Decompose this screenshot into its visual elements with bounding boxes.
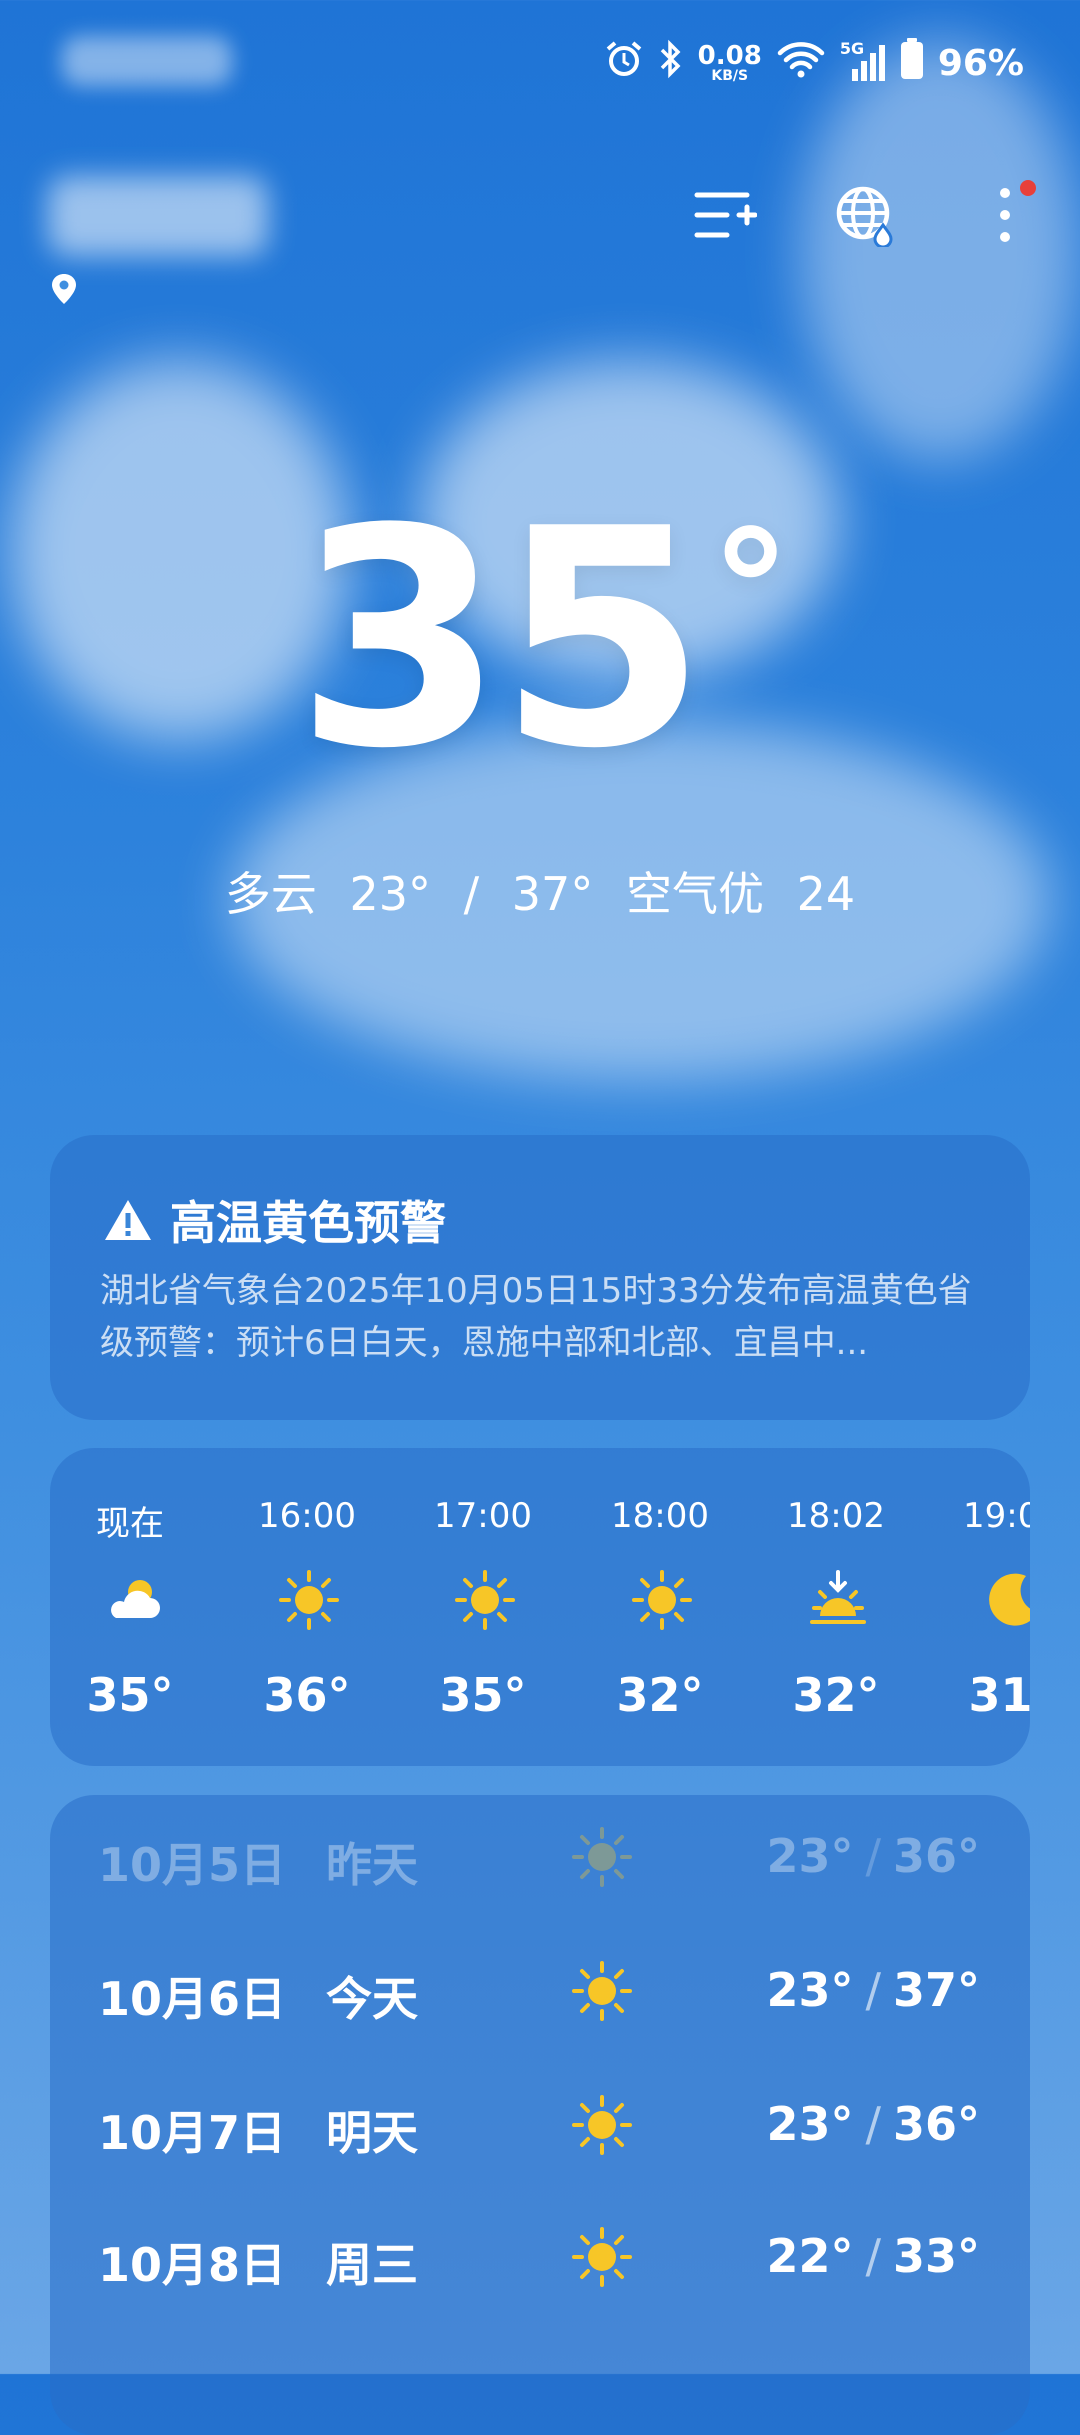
day-label: 昨天 — [326, 1838, 418, 1892]
day-label: 周三 — [326, 2238, 418, 2292]
day-date: 10月8日 — [98, 2238, 287, 2292]
warning-icon — [105, 1200, 151, 1240]
bluetooth-icon — [658, 39, 684, 88]
temp-range: 23° / 37° — [349, 867, 594, 921]
hour-temp: 32° — [792, 1668, 880, 1722]
alert-body: 湖北省气象台2025年10月05日15时33分发布高温黄色省级预警：预计6日白天… — [100, 1271, 972, 1363]
moon-icon — [989, 1573, 1030, 1626]
daily-forecast-card[interactable]: 10月5日 昨天 23°/36° 10月6日 今天 23°/37° 10月7日 … — [50, 1795, 1030, 2435]
day-label: 今天 — [326, 1972, 418, 2026]
hour-temp: 35° — [439, 1668, 527, 1722]
day-temp-range: 23°/36° — [766, 1829, 980, 1883]
day-date: 10月7日 — [98, 2106, 287, 2160]
list-add-icon — [694, 192, 757, 238]
alert-title: 高温黄色预警 — [170, 1196, 446, 1250]
status-bar: 0.08 KB/S 5G 96% — [0, 0, 1080, 120]
hour-temp: 35° — [86, 1668, 174, 1722]
status-icons: 0.08 KB/S 5G 96% — [604, 37, 1024, 89]
hour-time: 18:02 — [787, 1496, 885, 1536]
condition-text: 多云 — [224, 867, 317, 921]
air-quality[interactable]: 空气优 24 — [626, 867, 855, 921]
notification-dot — [1020, 180, 1036, 196]
sun-icon — [572, 1827, 632, 1887]
alarm-icon — [604, 39, 644, 88]
hour-time: 16:00 — [258, 1496, 356, 1536]
daily-row[interactable]: 10月7日 明天 23°/36° — [50, 2063, 1030, 2183]
sun-icon — [279, 1570, 339, 1630]
network-type: 5G — [839, 39, 865, 58]
globe-icon — [836, 186, 893, 247]
sun-icon — [632, 1570, 692, 1630]
city-name-blurred[interactable] — [48, 176, 268, 256]
day-high: 36° — [892, 2097, 980, 2151]
alert-title-row: 高温黄色预警 — [102, 1187, 446, 1253]
battery-icon — [900, 37, 924, 89]
daily-row[interactable]: 10月6日 今天 23°/37° — [50, 1929, 1030, 2049]
sun-icon — [455, 1570, 515, 1630]
day-high: 33° — [892, 2229, 980, 2283]
battery-percent: 96% — [937, 42, 1024, 84]
global-weather-button[interactable] — [830, 180, 900, 250]
manage-cities-button[interactable] — [690, 180, 760, 250]
day-temp-range: 23°/36° — [766, 2097, 980, 2151]
day-date: 10月6日 — [98, 1972, 287, 2026]
network-speed: 0.08 KB/S — [698, 43, 762, 83]
sun-icon — [572, 2227, 632, 2287]
speed-unit: KB/S — [711, 68, 749, 84]
day-temp-range: 23°/37° — [766, 1963, 980, 2017]
hour-time: 现在 — [96, 1504, 164, 1544]
daily-row[interactable]: 10月5日 昨天 23°/36° — [50, 1795, 1030, 1915]
current-temperature: 35° — [0, 490, 1080, 790]
day-temp-range: 22°/33° — [766, 2229, 980, 2283]
day-date: 10月5日 — [98, 1838, 287, 1892]
degree-symbol: ° — [710, 496, 791, 683]
sunset-icon — [810, 1570, 866, 1624]
location-pin-icon — [50, 272, 78, 310]
sun-icon — [572, 2095, 632, 2155]
more-vertical-icon — [1000, 188, 1010, 242]
cellular-signal-icon: 5G — [840, 39, 886, 83]
day-low: 23° — [766, 2097, 854, 2151]
weather-summary[interactable]: 多云 23° / 37° 空气优 24 — [0, 858, 1080, 924]
hourly-forecast-card[interactable]: 现在 35° 16:00 36° 17:00 35° 18:00 32° 18:… — [50, 1448, 1030, 1766]
speed-value: 0.08 — [697, 41, 762, 71]
hour-time: 19:00 — [963, 1496, 1030, 1536]
more-options-button[interactable] — [970, 180, 1040, 250]
hour-temp: 31° — [968, 1668, 1030, 1722]
sun-icon — [572, 1961, 632, 2021]
day-low: 23° — [766, 1963, 854, 2017]
temperature-value: 35 — [295, 465, 706, 814]
hour-time: 17:00 — [434, 1496, 532, 1536]
hour-time: 18:00 — [611, 1496, 709, 1536]
weather-alert-card[interactable]: 高温黄色预警 湖北省气象台2025年10月05日15时33分发布高温黄色省级预警… — [50, 1135, 1030, 1420]
day-high: 37° — [892, 1963, 980, 2017]
top-actions — [690, 180, 1040, 250]
day-label: 明天 — [326, 2106, 418, 2160]
hour-temp: 36° — [263, 1668, 351, 1722]
carrier-text-blurred — [62, 36, 232, 86]
day-low: 23° — [766, 1829, 854, 1883]
cloud-sun-icon — [111, 1580, 160, 1618]
day-high: 36° — [892, 1829, 980, 1883]
daily-row[interactable]: 10月8日 周三 22°/33° — [50, 2195, 1030, 2315]
day-low: 22° — [766, 2229, 854, 2283]
wifi-icon — [776, 39, 826, 88]
hour-temp: 32° — [616, 1668, 704, 1722]
